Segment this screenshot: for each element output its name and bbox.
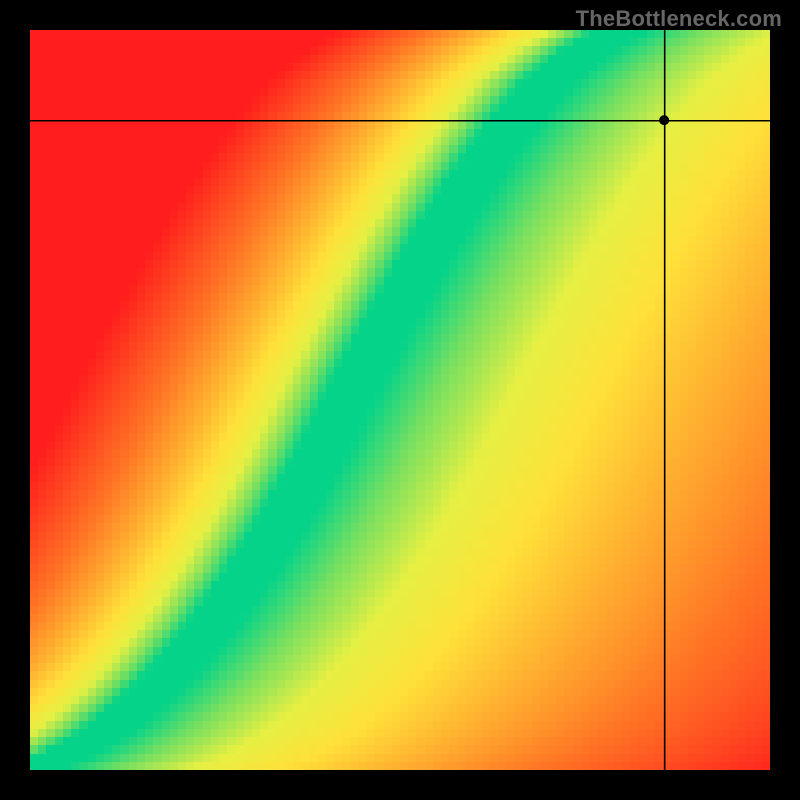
plot-area <box>30 30 770 770</box>
chart-stage: TheBottleneck.com <box>0 0 800 800</box>
crosshair-overlay <box>30 30 770 770</box>
watermark-text: TheBottleneck.com <box>576 6 782 32</box>
